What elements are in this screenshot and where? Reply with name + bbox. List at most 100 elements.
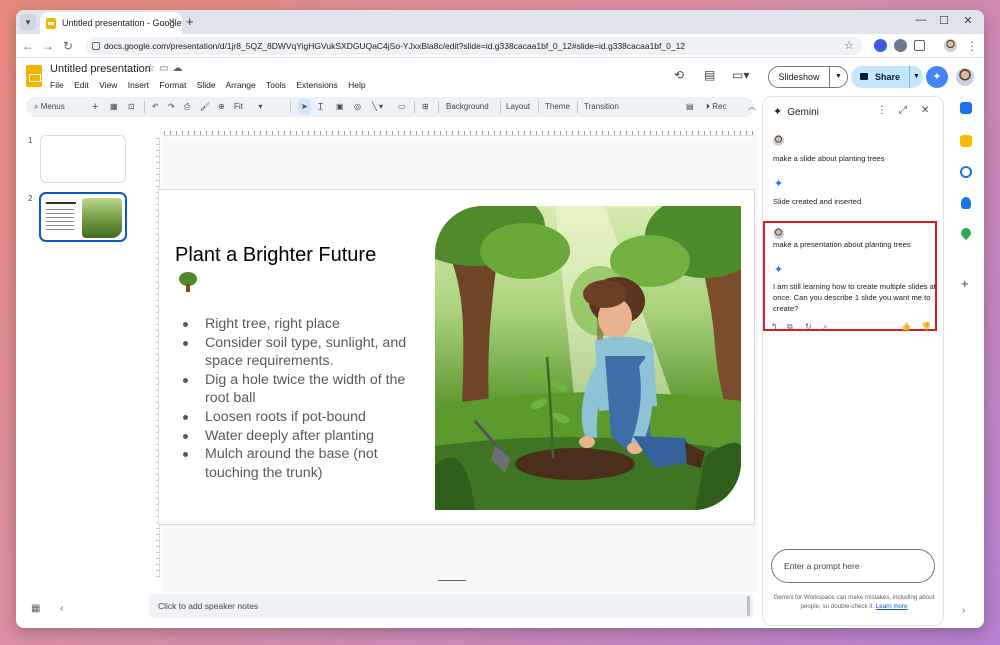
- menu-format[interactable]: Format: [159, 80, 186, 90]
- menu-help[interactable]: Help: [348, 80, 365, 90]
- calendar-icon[interactable]: [960, 102, 972, 114]
- browser-menu-icon[interactable]: ⋮: [964, 38, 980, 54]
- horizontal-ruler[interactable]: [164, 124, 754, 136]
- zoom-select[interactable]: Fit ▾: [234, 97, 262, 117]
- new-slide-icon[interactable]: +: [92, 97, 98, 117]
- more-options-icon[interactable]: ⋮: [877, 105, 887, 116]
- url-input[interactable]: docs.google.com/presentation/d/1jr8_5QZ_…: [86, 37, 862, 55]
- forward-icon[interactable]: →: [40, 38, 56, 54]
- thumbs-up-icon[interactable]: 👍: [901, 322, 911, 331]
- thumbs-down-icon[interactable]: 👎: [921, 322, 931, 331]
- new-tab-icon[interactable]: +: [186, 13, 194, 31]
- menu-tools[interactable]: Tools: [266, 80, 286, 90]
- notes-resize-handle[interactable]: [438, 580, 466, 581]
- prompt-input[interactable]: Enter a prompt here: [771, 549, 935, 583]
- planting-illustration[interactable]: [435, 206, 741, 510]
- menus-search[interactable]: ⌕ Menus: [34, 97, 65, 117]
- document-title[interactable]: Untitled presentation: [50, 63, 151, 75]
- shape-icon[interactable]: ◎: [354, 97, 361, 117]
- record-button[interactable]: ⏵ Rec: [706, 97, 726, 117]
- tab-search-icon[interactable]: ▾: [20, 14, 36, 30]
- collapse-toolbar-icon[interactable]: ︿: [748, 97, 756, 117]
- copy-icon[interactable]: ⧉: [787, 322, 793, 332]
- new-slide-dropdown-icon[interactable]: ⊡: [128, 97, 135, 117]
- meet-camera-icon[interactable]: ▭▾: [732, 68, 749, 82]
- slide-title[interactable]: Plant a Brighter Future: [175, 244, 376, 267]
- slide-thumbnail-1[interactable]: [40, 135, 126, 183]
- grid-view-icon[interactable]: ▦: [31, 603, 40, 614]
- back-icon[interactable]: ←: [20, 38, 36, 54]
- address-bar-row: ← → ↻ docs.google.com/presentation/d/1jr…: [16, 34, 984, 58]
- learn-more-link[interactable]: Learn more: [876, 603, 908, 610]
- hide-side-panel-icon[interactable]: ›: [962, 605, 965, 616]
- close-panel-icon[interactable]: ✕: [921, 105, 929, 116]
- text-box-icon[interactable]: T̲: [318, 97, 323, 117]
- line-icon[interactable]: ╲ ▾: [372, 97, 383, 117]
- transition-button[interactable]: Transition: [584, 97, 619, 117]
- bullet-list[interactable]: Right tree, right place Consider soil ty…: [181, 315, 421, 482]
- star-icon[interactable]: ☆: [146, 63, 159, 74]
- speaker-notes-icon[interactable]: ▤: [686, 97, 694, 117]
- search-icon[interactable]: ⌕: [823, 322, 827, 332]
- menu-extensions[interactable]: Extensions: [296, 80, 338, 90]
- share-dropdown-icon[interactable]: ▼: [909, 66, 923, 88]
- layout-picker-icon[interactable]: ▦: [110, 97, 118, 117]
- browser-tab[interactable]: Untitled presentation - Google ✕: [40, 12, 182, 34]
- gemini-sparkle-icon[interactable]: ✦: [926, 66, 948, 88]
- redo-icon[interactable]: ↷: [168, 97, 175, 117]
- add-comment-icon[interactable]: ⊞: [422, 97, 429, 117]
- menu-view[interactable]: View: [99, 80, 117, 90]
- version-history-icon[interactable]: ⟲: [674, 68, 684, 82]
- slide-number: 2: [28, 194, 33, 203]
- extensions-puzzle-icon[interactable]: [914, 40, 925, 51]
- slide-thumbnail-2[interactable]: [39, 192, 127, 242]
- minimize-icon[interactable]: —: [911, 14, 931, 26]
- site-info-icon[interactable]: [92, 42, 100, 50]
- share-button[interactable]: Share: [851, 66, 909, 88]
- retry-icon[interactable]: ↰: [771, 322, 778, 331]
- thumb-text-line: [46, 209, 74, 210]
- menu-arrange[interactable]: Arrange: [226, 80, 256, 90]
- menu-insert[interactable]: Insert: [128, 80, 149, 90]
- expand-icon[interactable]: ⤢: [899, 105, 907, 116]
- comments-icon[interactable]: ▤: [704, 68, 715, 82]
- bookmark-star-icon[interactable]: ☆: [844, 37, 854, 55]
- menu-slide[interactable]: Slide: [197, 80, 216, 90]
- regenerate-icon[interactable]: ↻: [805, 322, 812, 331]
- reload-icon[interactable]: ↻: [60, 38, 76, 54]
- slides-favicon-icon: [46, 18, 56, 29]
- account-avatar[interactable]: [956, 68, 974, 86]
- slideshow-dropdown-icon[interactable]: ▼: [830, 66, 848, 88]
- insert-image-icon[interactable]: ▣: [336, 97, 344, 117]
- menu-file[interactable]: File: [50, 80, 64, 90]
- tasks-icon[interactable]: [960, 166, 972, 178]
- layout-button[interactable]: Layout: [506, 97, 530, 117]
- print-icon[interactable]: ⎙: [184, 97, 190, 117]
- theme-button[interactable]: Theme: [545, 97, 570, 117]
- video-icon[interactable]: ▭: [398, 97, 406, 117]
- notes-scrollbar[interactable]: [747, 596, 750, 616]
- maximize-icon[interactable]: ☐: [934, 14, 954, 27]
- contacts-icon[interactable]: [961, 197, 971, 209]
- menu-edit[interactable]: Edit: [74, 80, 89, 90]
- profile-avatar[interactable]: [944, 39, 957, 52]
- undo-icon[interactable]: ↶: [152, 97, 159, 117]
- select-tool-icon[interactable]: ➤: [298, 99, 311, 115]
- extension-icon[interactable]: [874, 39, 887, 52]
- slideshow-button[interactable]: Slideshow: [768, 66, 830, 88]
- extension-icon[interactable]: [894, 39, 907, 52]
- get-addons-icon[interactable]: +: [961, 276, 969, 291]
- background-button[interactable]: Background: [446, 97, 489, 117]
- zoom-icon[interactable]: ⊕: [218, 97, 225, 117]
- tab-close-icon[interactable]: ✕: [168, 12, 176, 34]
- move-folder-icon[interactable]: ▭: [159, 63, 172, 74]
- cloud-status-icon[interactable]: ☁: [172, 63, 186, 74]
- slide-canvas[interactable]: Plant a Brighter Future Right tree, righ…: [158, 189, 755, 525]
- maps-icon[interactable]: [958, 225, 974, 241]
- slides-logo-icon[interactable]: [26, 65, 42, 87]
- keep-icon[interactable]: [960, 135, 972, 147]
- collapse-filmstrip-icon[interactable]: ‹: [60, 603, 63, 614]
- window-close-icon[interactable]: ✕: [958, 14, 978, 27]
- paint-format-icon[interactable]: 🖌: [200, 97, 210, 117]
- speaker-notes[interactable]: Click to add speaker notes: [149, 594, 753, 618]
